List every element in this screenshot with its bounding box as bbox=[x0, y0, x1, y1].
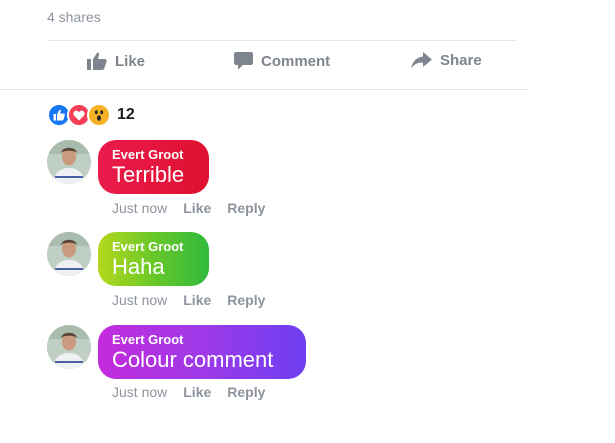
like-button-label: Like bbox=[115, 52, 146, 70]
comment-reply-link[interactable]: Reply bbox=[227, 384, 265, 400]
share-button-label: Share bbox=[440, 52, 482, 69]
avatar[interactable] bbox=[47, 232, 91, 276]
comment-bubble[interactable]: Evert Groot Terrible bbox=[98, 140, 209, 194]
comment-meta: Just now Like Reply bbox=[112, 384, 281, 400]
comment-like-link[interactable]: Like bbox=[183, 384, 211, 400]
comment-text: Terrible bbox=[112, 162, 185, 187]
reaction-count: 12 bbox=[117, 106, 135, 123]
comment-author[interactable]: Evert Groot bbox=[112, 147, 195, 162]
avatar[interactable] bbox=[47, 325, 91, 369]
comment-meta: Just now Like Reply bbox=[112, 200, 281, 216]
comment-reply-link[interactable]: Reply bbox=[227, 200, 265, 216]
divider bbox=[47, 40, 517, 41]
comment-timestamp[interactable]: Just now bbox=[112, 200, 167, 216]
comment-bubble[interactable]: Evert Groot Colour comment bbox=[98, 325, 306, 379]
like-button[interactable]: Like bbox=[87, 52, 145, 70]
avatar[interactable] bbox=[47, 140, 91, 184]
comment-button-label: Comment bbox=[261, 52, 331, 70]
comment-author[interactable]: Evert Groot bbox=[112, 332, 292, 347]
divider bbox=[0, 89, 528, 90]
comment-timestamp[interactable]: Just now bbox=[112, 292, 167, 308]
comment-text: Haha bbox=[112, 254, 165, 279]
comment-meta: Just now Like Reply bbox=[112, 292, 281, 308]
comment-text: Colour comment bbox=[112, 347, 274, 372]
share-count[interactable]: 4 shares bbox=[47, 9, 101, 25]
share-button[interactable]: Share bbox=[411, 52, 482, 69]
comment-bubble[interactable]: Evert Groot Haha bbox=[98, 232, 209, 286]
comment-like-link[interactable]: Like bbox=[183, 200, 211, 216]
post-action-bar: Like Comment Share bbox=[0, 52, 615, 80]
reaction-summary[interactable]: 12 bbox=[47, 103, 135, 127]
speech-bubble-icon bbox=[234, 52, 253, 70]
wow-reaction-icon bbox=[87, 103, 111, 127]
comment-button[interactable]: Comment bbox=[234, 52, 330, 70]
thumbs-up-icon bbox=[87, 52, 107, 70]
comment-timestamp[interactable]: Just now bbox=[112, 384, 167, 400]
comment-like-link[interactable]: Like bbox=[183, 292, 211, 308]
share-arrow-icon bbox=[411, 52, 432, 69]
comment-author[interactable]: Evert Groot bbox=[112, 239, 195, 254]
comment-reply-link[interactable]: Reply bbox=[227, 292, 265, 308]
